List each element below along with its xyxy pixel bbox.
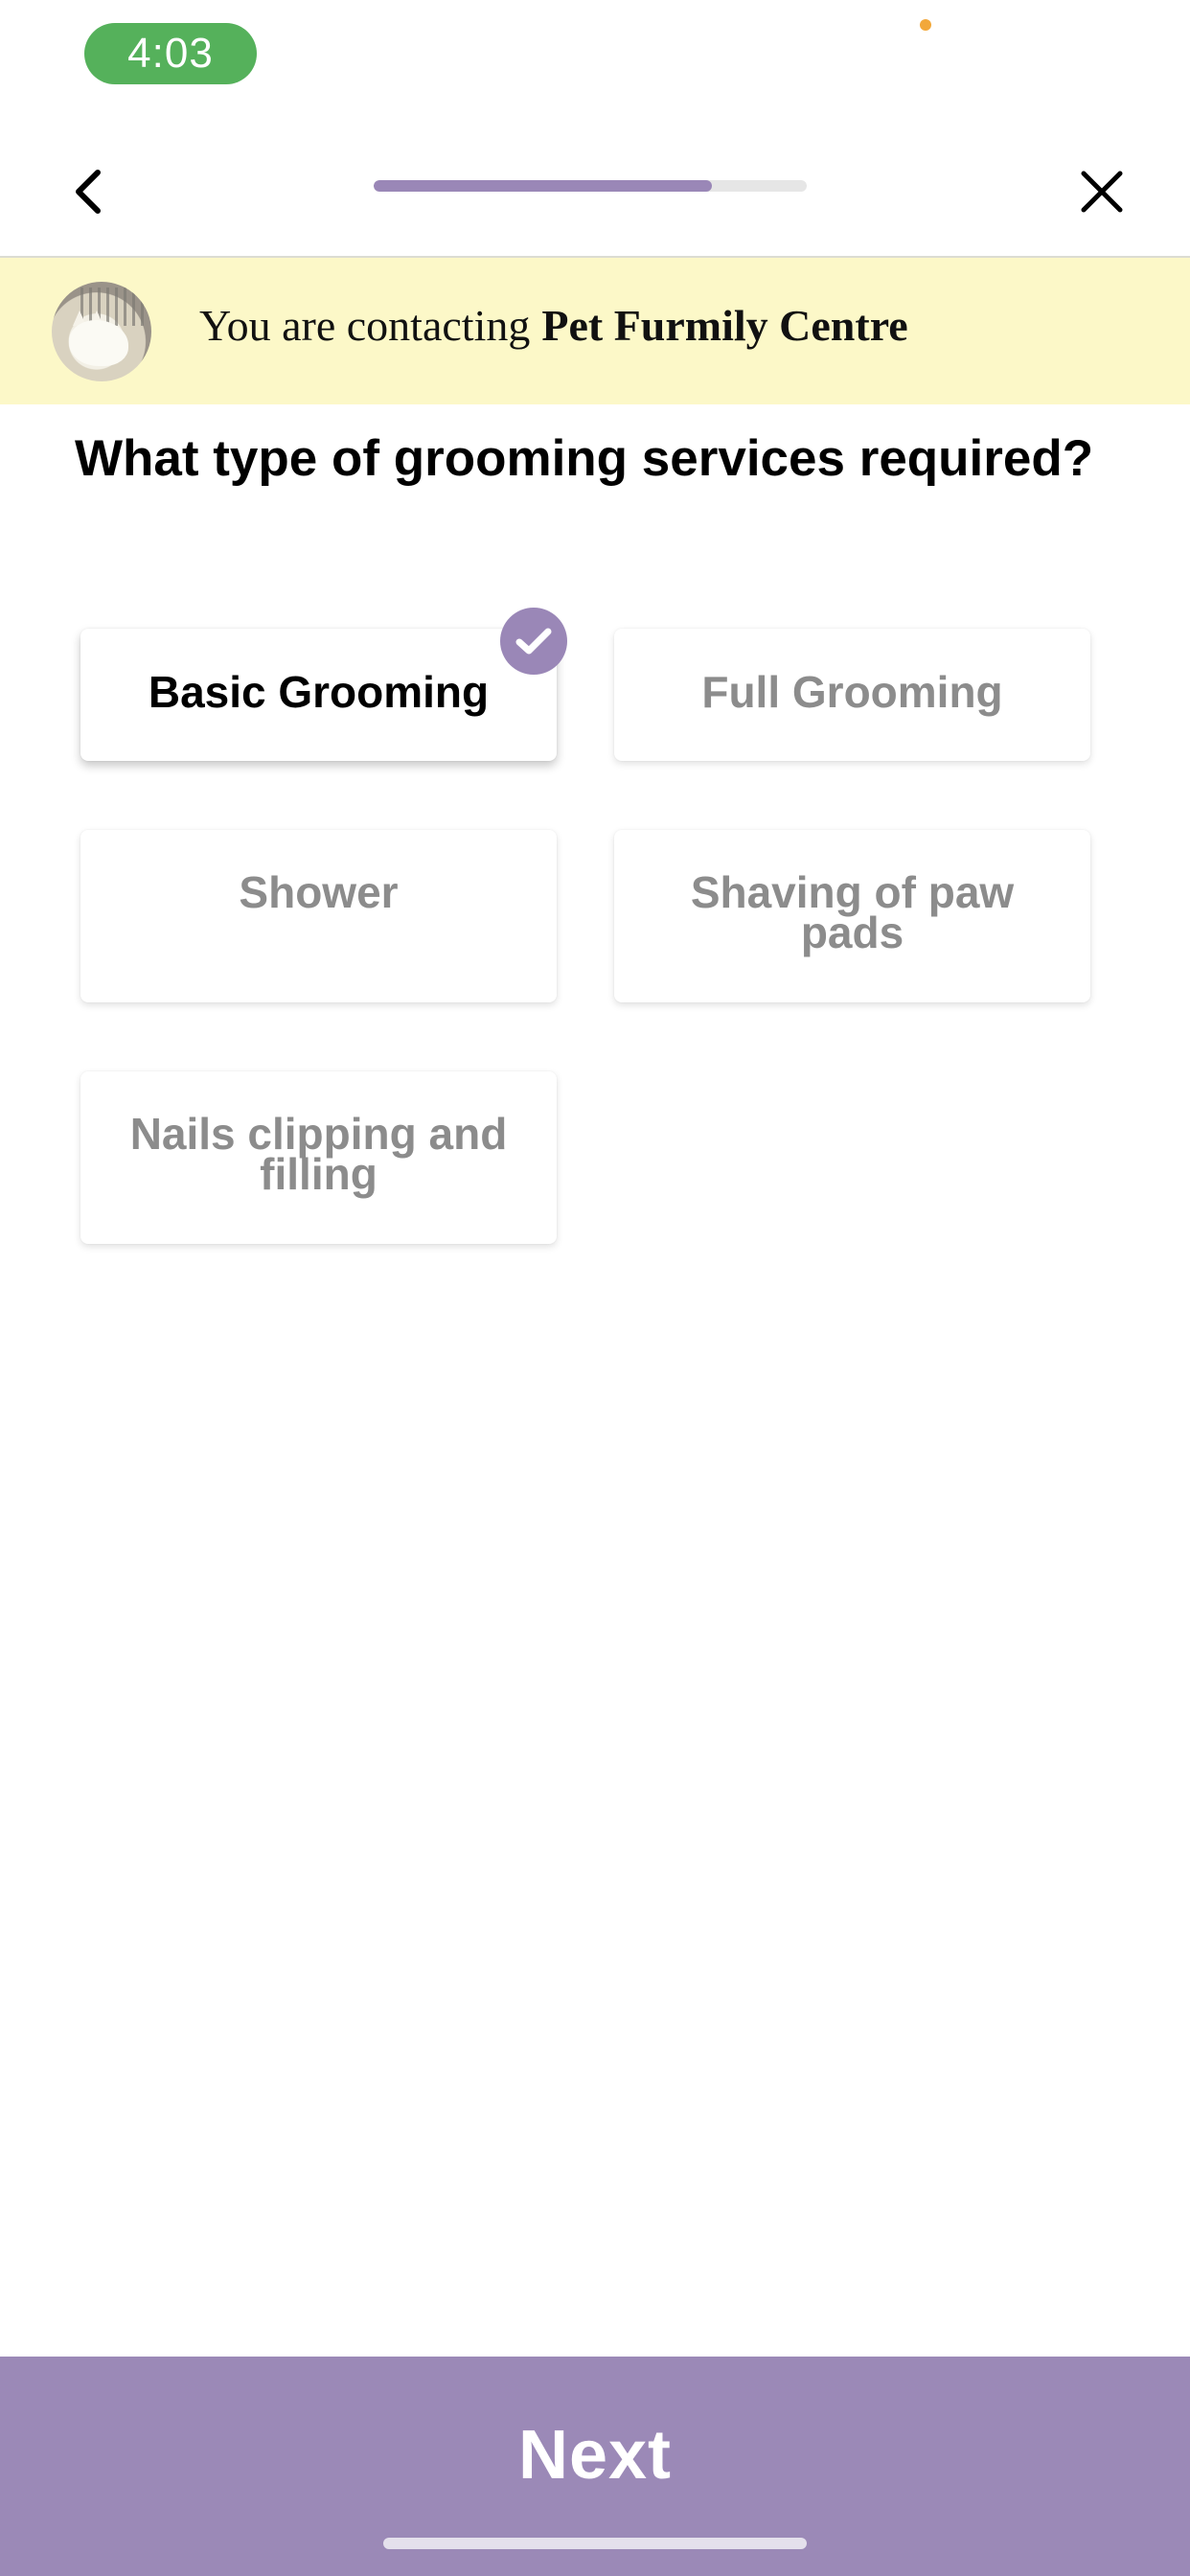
next-button-label: Next xyxy=(517,2417,673,2494)
home-indicator[interactable] xyxy=(383,2538,807,2549)
status-bar-time: 4:03 xyxy=(84,23,257,84)
privacy-indicator-dot xyxy=(920,19,931,31)
contact-banner-text: You are contacting Pet Furmily Centre xyxy=(199,296,908,354)
progress-bar xyxy=(374,180,807,192)
progress-bar-fill xyxy=(374,180,712,192)
option-label: Full Grooming xyxy=(701,667,1003,717)
close-icon xyxy=(1081,171,1123,213)
option-shaving-of-paw-pads[interactable]: Shaving of paw pads xyxy=(614,830,1090,1002)
option-nails-clipping-and-filling[interactable]: Nails clipping and filling xyxy=(80,1071,557,1244)
option-full-grooming[interactable]: Full Grooming xyxy=(614,629,1090,761)
question-title: What type of grooming services required? xyxy=(75,430,1094,487)
contact-banner: You are contacting Pet Furmily Centre xyxy=(0,258,1190,404)
option-shower[interactable]: Shower xyxy=(80,830,557,1002)
business-avatar xyxy=(52,282,151,381)
back-button[interactable] xyxy=(59,163,117,220)
option-label: Basic Grooming xyxy=(148,667,490,717)
check-circle-icon xyxy=(500,608,567,675)
option-label: Shaving of paw pads xyxy=(690,867,1015,957)
close-button[interactable] xyxy=(1075,165,1129,218)
business-name: Pet Furmily Centre xyxy=(541,300,908,350)
status-time-text: 4:03 xyxy=(127,30,214,77)
option-label: Nails clipping and filling xyxy=(129,1109,508,1199)
contact-prefix: You are contacting xyxy=(199,300,531,350)
option-label: Shower xyxy=(239,867,399,917)
chevron-left-icon xyxy=(76,170,101,214)
option-basic-grooming[interactable]: Basic Grooming xyxy=(80,629,557,761)
